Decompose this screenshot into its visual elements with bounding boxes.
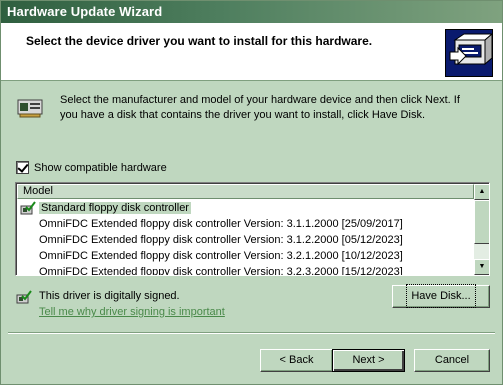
- list-item-label: OmniFDC Extended floppy disk controller …: [39, 234, 403, 246]
- model-column-header[interactable]: Model: [17, 184, 474, 199]
- cancel-button[interactable]: Cancel: [414, 349, 490, 372]
- hardware-box-icon: [445, 29, 494, 77]
- list-item-label: OmniFDC Extended floppy disk controller …: [39, 266, 403, 276]
- scroll-up-button[interactable]: ▲: [474, 184, 489, 200]
- back-button[interactable]: < Back: [260, 349, 333, 372]
- instructions-text: Select the manufacturer and model of you…: [60, 94, 460, 121]
- header-title: Select the device driver you want to ins…: [26, 34, 373, 48]
- signed-status-text: This driver is digitally signed.: [39, 290, 180, 302]
- hardware-update-wizard-window: Hardware Update Wizard Select the device…: [0, 0, 503, 385]
- next-button[interactable]: Next >: [332, 349, 405, 372]
- vertical-scrollbar[interactable]: ▲ ▼: [474, 184, 489, 275]
- window-title: Hardware Update Wizard: [7, 4, 163, 19]
- model-list[interactable]: Model Standard floppy disk controller Om…: [15, 182, 490, 276]
- have-disk-button[interactable]: Have Disk...: [392, 284, 490, 308]
- show-compatible-hardware-label[interactable]: Show compatible hardware: [34, 162, 167, 174]
- footer-separator: [8, 332, 495, 334]
- show-compatible-hardware-row[interactable]: Show compatible hardware: [16, 161, 167, 174]
- list-item[interactable]: OmniFDC Extended floppy disk controller …: [17, 216, 474, 232]
- list-item-label: OmniFDC Extended floppy disk controller …: [39, 218, 403, 230]
- have-disk-label: Have Disk...: [406, 284, 476, 308]
- signed-driver-icon: [16, 290, 32, 304]
- scroll-thumb[interactable]: [474, 200, 489, 244]
- wizard-header: Select the device driver you want to ins…: [1, 23, 502, 81]
- driver-signing-link[interactable]: Tell me why driver signing is important: [39, 306, 225, 318]
- signed-driver-icon: [20, 201, 36, 215]
- show-compatible-hardware-checkbox[interactable]: [16, 161, 29, 174]
- list-item[interactable]: OmniFDC Extended floppy disk controller …: [17, 248, 474, 264]
- list-item-label: OmniFDC Extended floppy disk controller …: [39, 250, 403, 262]
- device-card-icon: [16, 96, 46, 120]
- list-item-label: Standard floppy disk controller: [39, 202, 191, 214]
- back-button-label: < Back: [279, 354, 314, 366]
- cancel-button-label: Cancel: [434, 354, 470, 366]
- list-item[interactable]: OmniFDC Extended floppy disk controller …: [17, 264, 474, 276]
- list-item[interactable]: Standard floppy disk controller: [17, 200, 474, 216]
- model-rows: Standard floppy disk controller OmniFDC …: [17, 200, 474, 276]
- scroll-down-button[interactable]: ▼: [474, 259, 489, 275]
- title-bar[interactable]: Hardware Update Wizard: [1, 1, 502, 23]
- next-button-label: Next >: [352, 354, 385, 366]
- list-item[interactable]: OmniFDC Extended floppy disk controller …: [17, 232, 474, 248]
